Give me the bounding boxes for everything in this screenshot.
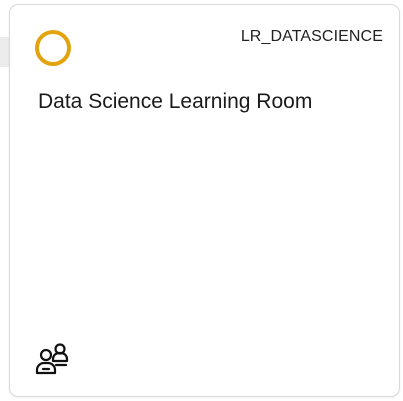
- group-members-icon[interactable]: [34, 342, 72, 378]
- page: LR_DATASCIENCE Data Science Learning Roo…: [0, 0, 403, 401]
- status-ring-icon: [35, 30, 71, 66]
- tile-title: Data Science Learning Room: [38, 90, 313, 113]
- tile-code: LR_DATASCIENCE: [240, 28, 383, 45]
- learning-room-tile[interactable]: LR_DATASCIENCE Data Science Learning Roo…: [9, 4, 400, 397]
